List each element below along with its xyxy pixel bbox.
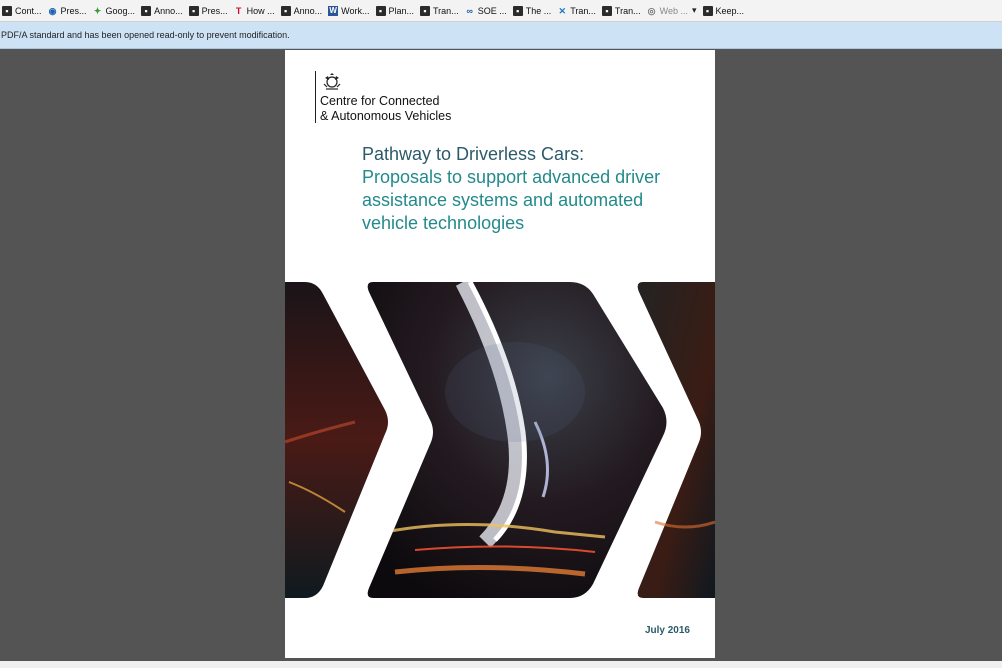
bookmark-label: Cont... <box>15 5 42 16</box>
document-title-block: Pathway to Driverless Cars: Proposals to… <box>362 143 702 235</box>
x-icon: ✕ <box>558 5 566 16</box>
bookmark-label: Anno... <box>293 5 323 16</box>
bookmark-label: Anno... <box>154 5 183 16</box>
page-icon: ▪ <box>188 5 199 16</box>
bookmark-item[interactable]: ◉ Pres... <box>46 0 91 21</box>
logo-divider <box>315 71 316 123</box>
page-icon: ▪ <box>702 5 713 16</box>
bookmark-label: Pres... <box>201 5 228 16</box>
page-icon: ▪ <box>141 5 152 16</box>
org-line-2: & Autonomous Vehicles <box>320 109 452 123</box>
left-chevron-image <box>285 282 388 598</box>
bottom-status-strip <box>0 661 1002 668</box>
t-icon: T <box>235 5 242 16</box>
bookmark-item[interactable]: ▪ Cont... <box>0 0 46 21</box>
document-title: Pathway to Driverless Cars: <box>362 144 585 164</box>
web-icon: ◎ <box>647 5 656 16</box>
bookmark-label: Plan... <box>388 5 415 16</box>
page-icon: ▪ <box>280 5 291 16</box>
page-icon: ▪ <box>2 5 12 16</box>
publication-date: July 2016 <box>644 625 690 636</box>
bookmark-label: Web ... <box>659 5 688 16</box>
page-icon: ▪ <box>512 5 523 16</box>
bookmark-label: Tran... <box>433 5 459 16</box>
bookmark-label: SOE ... <box>477 5 507 16</box>
cover-chevron-artwork <box>285 282 715 598</box>
bookmark-item[interactable]: ▪ Keep... <box>701 0 749 21</box>
bookmark-item[interactable]: ▪ Plan... <box>374 0 419 21</box>
google-icon: ✦ <box>93 5 102 16</box>
org-line-1: Centre for Connected <box>320 94 440 108</box>
bookmark-label: Pres... <box>60 5 87 16</box>
bookmark-label: Tran... <box>614 5 641 16</box>
bookmark-item[interactable]: ✦ Goog... <box>91 0 140 21</box>
organisation-name: Centre for Connected & Autonomous Vehicl… <box>320 94 451 124</box>
subtitle-line-3: vehicle technologies <box>362 213 525 233</box>
royal-crest-icon <box>323 73 341 90</box>
notification-text: PDF/A standard and has been opened read-… <box>1 30 290 40</box>
link-icon: ∞ <box>466 5 473 16</box>
bookmark-label: Keep... <box>715 5 745 16</box>
read-only-notification-bar: PDF/A standard and has been opened read-… <box>0 22 1002 49</box>
page-icon: ▪ <box>601 5 612 16</box>
chevron-down-icon[interactable]: ▾ <box>692 5 697 16</box>
page-icon: ▪ <box>375 5 386 16</box>
bookmark-item[interactable]: W Work... <box>326 0 373 21</box>
subtitle-line-2: assistance systems and automated <box>362 190 644 210</box>
page-icon: ▪ <box>420 5 431 16</box>
bookmark-item[interactable]: ▪ The ... <box>511 0 556 21</box>
word-icon: W <box>328 5 339 16</box>
bookmark-label: Goog... <box>105 5 136 16</box>
bookmark-item[interactable]: ✕ Tran... <box>555 0 600 21</box>
subtitle-line-1: Proposals to support advanced driver <box>362 167 661 187</box>
bookmark-item[interactable]: ▪ Anno... <box>279 0 327 21</box>
bookmark-item[interactable]: ▪ Tran... <box>600 0 645 21</box>
globe-icon: ◉ <box>48 5 57 16</box>
bookmark-item[interactable]: ◎ Web ... ▾ <box>645 0 701 21</box>
bookmark-label: The ... <box>525 5 552 16</box>
bookmark-label: Tran... <box>570 5 596 16</box>
bookmark-item[interactable]: ▪ Anno... <box>139 0 187 21</box>
pdf-page: Centre for Connected & Autonomous Vehicl… <box>285 50 715 658</box>
bookmark-item[interactable]: T How ... <box>232 0 279 21</box>
bookmarks-bar: ▪ Cont... ◉ Pres... ✦ Goog... ▪ Anno... ▪ Pre… <box>0 0 1002 22</box>
bookmark-item[interactable]: ▪ Tran... <box>418 0 463 21</box>
bookmark-item[interactable]: ▪ Pres... <box>187 0 232 21</box>
bookmark-label: How ... <box>246 5 275 16</box>
bookmark-item[interactable]: ∞ SOE ... <box>463 0 511 21</box>
bookmark-label: Work... <box>341 5 370 16</box>
